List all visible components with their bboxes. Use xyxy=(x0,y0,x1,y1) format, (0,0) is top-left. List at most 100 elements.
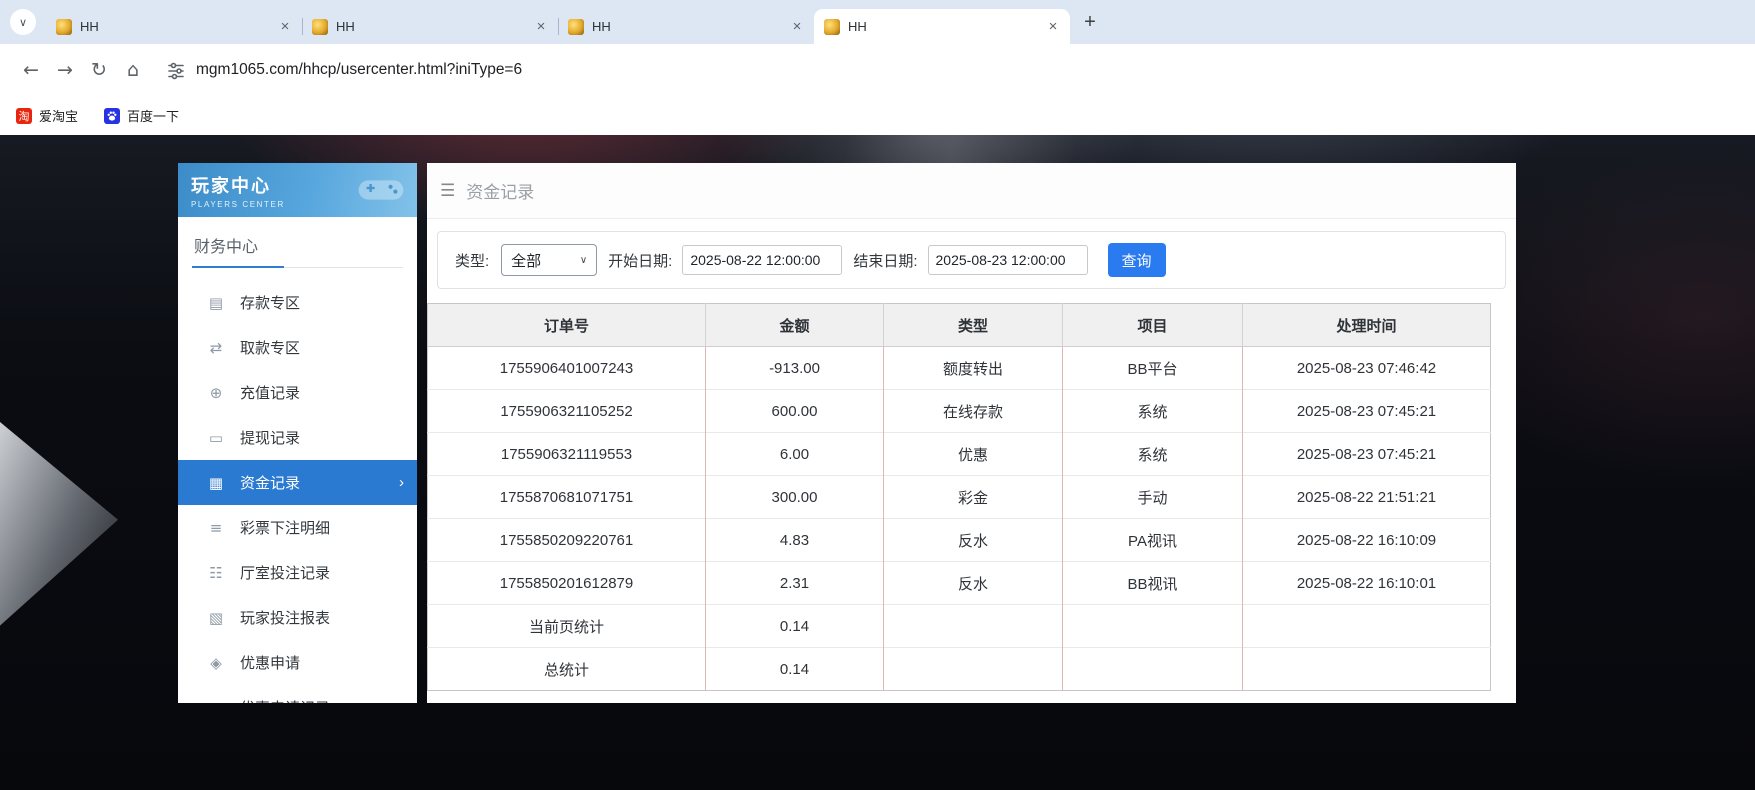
tab-list: HH × HH × HH × HH × xyxy=(46,0,1070,44)
funds-table-head-row: 订单号金额类型项目处理时间 xyxy=(428,304,1491,347)
sidebar-section: 财务中心 xyxy=(192,217,403,268)
type-cell: 额度转出 xyxy=(884,347,1063,390)
tab-close-icon[interactable]: × xyxy=(1044,18,1062,36)
search-button[interactable]: 查询 xyxy=(1108,243,1166,277)
end-date-label: 结束日期: xyxy=(853,250,917,271)
order-no-cell: 1755906321105252 xyxy=(428,390,706,433)
tab-title: HH xyxy=(592,19,780,34)
end-date-input[interactable] xyxy=(928,245,1088,275)
amount-cell: -913.00 xyxy=(706,347,884,390)
type-select[interactable]: 全部 ∨ xyxy=(501,244,597,276)
address-bar[interactable]: mgm1065.com/hhcp/usercenter.html?iniType… xyxy=(196,61,522,79)
sidebar-item-label: 存款专区 xyxy=(240,292,300,313)
sidebar-header: 玩家中心 PLAYERS CENTER xyxy=(178,163,417,217)
type-cell xyxy=(884,648,1063,691)
browser-tab[interactable]: HH × xyxy=(558,9,814,44)
time-cell: 2025-08-22 16:10:09 xyxy=(1243,519,1491,562)
filter-bar: 类型: 全部 ∨ 开始日期: 结束日期: 查询 xyxy=(437,231,1506,289)
sidebar-item-deposit-zone[interactable]: ▤ 存款专区 › xyxy=(178,280,417,325)
main-header: ☰ 资金记录 xyxy=(427,163,1516,219)
forward-button[interactable]: → xyxy=(48,53,82,87)
column-header: 订单号 xyxy=(428,304,706,347)
sidebar-item-withdraw-zone[interactable]: ⇄ 取款专区 › xyxy=(178,325,417,370)
order-no-cell: 1755906401007243 xyxy=(428,347,706,390)
gamepad-icon xyxy=(355,174,407,211)
bookmark-taobao[interactable]: 淘 爱淘宝 xyxy=(16,106,78,125)
withdraw-icon: ⇄ xyxy=(207,339,225,357)
sidebar-item-label: 充值记录 xyxy=(240,382,300,403)
type-cell xyxy=(884,605,1063,648)
column-header: 金额 xyxy=(706,304,884,347)
type-label: 类型: xyxy=(455,250,489,271)
tab-search-button[interactable]: ∨ xyxy=(10,9,36,35)
new-tab-button[interactable]: + xyxy=(1076,8,1104,36)
site-info-icon[interactable] xyxy=(166,60,186,80)
background-triangle xyxy=(0,417,118,631)
project-cell: 系统 xyxy=(1063,390,1243,433)
sidebar-item-player-bet-report[interactable]: ▧ 玩家投注报表 › xyxy=(178,595,417,640)
amount-cell: 300.00 xyxy=(706,476,884,519)
report-icon: ▧ xyxy=(207,609,225,627)
chevron-down-icon: ∨ xyxy=(580,255,587,266)
home-button[interactable]: ⌂ xyxy=(116,53,150,87)
browser-tab[interactable]: HH × xyxy=(302,9,558,44)
tab-close-icon[interactable]: × xyxy=(276,18,294,36)
players-center-sidebar: 玩家中心 PLAYERS CENTER 财务中心 ▤ 存款专区 › ⇄ 取款专区… xyxy=(178,163,417,703)
browser-navbar: ← → ↻ ⌂ mgm1065.com/hhcp/usercenter.html… xyxy=(0,44,1755,96)
baidu-paw-icon xyxy=(104,108,120,124)
tab-close-icon[interactable]: × xyxy=(532,18,550,36)
taobao-icon: 淘 xyxy=(16,108,32,124)
tab-title: HH xyxy=(80,19,268,34)
sidebar-item-hall-bet-records[interactable]: ☷ 厅室投注记录 › xyxy=(178,550,417,595)
bookmark-label: 爱淘宝 xyxy=(39,106,78,125)
type-cell: 反水 xyxy=(884,562,1063,605)
column-header: 项目 xyxy=(1063,304,1243,347)
tab-close-icon[interactable]: × xyxy=(788,18,806,36)
browser-tabstrip: ∨ HH × HH × HH × HH × + xyxy=(0,0,1755,44)
tab-title: HH xyxy=(336,19,524,34)
bookmark-label: 百度一下 xyxy=(127,106,179,125)
bank-icon: ▦ xyxy=(207,474,225,492)
table-row: 1755870681071751 300.00 彩金 手动 2025-08-22… xyxy=(428,476,1491,519)
table-row: 总统计 0.14 xyxy=(428,648,1491,691)
start-date-input[interactable] xyxy=(682,245,842,275)
browser-tab[interactable]: HH × xyxy=(814,9,1070,44)
sidebar-item-label: 提现记录 xyxy=(240,427,300,448)
back-button[interactable]: ← xyxy=(14,53,48,87)
tab-favicon xyxy=(568,19,584,35)
tab-favicon xyxy=(312,19,328,35)
time-cell xyxy=(1243,605,1491,648)
back-arrow-icon: ← xyxy=(23,59,39,81)
page-background: 玩家中心 PLAYERS CENTER 财务中心 ▤ 存款专区 › ⇄ 取款专区… xyxy=(0,135,1755,790)
bookmarks-bar: 淘 爱淘宝 百度一下 xyxy=(0,96,1755,135)
project-cell: 手动 xyxy=(1063,476,1243,519)
table-row: 1755850209220761 4.83 反水 PA视讯 2025-08-22… xyxy=(428,519,1491,562)
funds-table: 订单号金额类型项目处理时间 1755906401007243 -913.00 额… xyxy=(427,303,1491,691)
table-row: 1755850201612879 2.31 反水 BB视讯 2025-08-22… xyxy=(428,562,1491,605)
sidebar-item-label: 彩票下注明细 xyxy=(240,517,330,538)
browser-tab[interactable]: HH × xyxy=(46,9,302,44)
sidebar-item-recharge-records[interactable]: ⊕ 充值记录 › xyxy=(178,370,417,415)
bookmark-baidu[interactable]: 百度一下 xyxy=(104,106,179,125)
type-cell: 在线存款 xyxy=(884,390,1063,433)
sidebar-item-label: 优惠申请记录 xyxy=(240,697,330,703)
order-no-cell: 1755906321119553 xyxy=(428,433,706,476)
time-cell: 2025-08-23 07:45:21 xyxy=(1243,390,1491,433)
start-date-label: 开始日期: xyxy=(608,250,672,271)
sidebar-item-funds-records[interactable]: ▦ 资金记录 › xyxy=(178,460,417,505)
sidebar-item-withdraw-records[interactable]: ▭ 提现记录 › xyxy=(178,415,417,460)
tab-favicon xyxy=(824,19,840,35)
sidebar-item-label: 优惠申请 xyxy=(240,652,300,673)
type-cell: 反水 xyxy=(884,519,1063,562)
sidebar-item-promo-apply-records[interactable]: ▨ 优惠申请记录 › xyxy=(178,685,417,703)
time-cell: 2025-08-23 07:46:42 xyxy=(1243,347,1491,390)
type-select-value: 全部 xyxy=(511,250,541,271)
project-cell: 系统 xyxy=(1063,433,1243,476)
project-cell xyxy=(1063,648,1243,691)
sidebar-item-lottery-bet-details[interactable]: ≡ 彩票下注明细 › xyxy=(178,505,417,550)
hamburger-menu-icon[interactable]: ☰ xyxy=(440,181,455,201)
type-cell: 彩金 xyxy=(884,476,1063,519)
time-cell: 2025-08-23 07:45:21 xyxy=(1243,433,1491,476)
sidebar-item-promo-apply[interactable]: ◈ 优惠申请 › xyxy=(178,640,417,685)
reload-button[interactable]: ↻ xyxy=(82,53,116,87)
